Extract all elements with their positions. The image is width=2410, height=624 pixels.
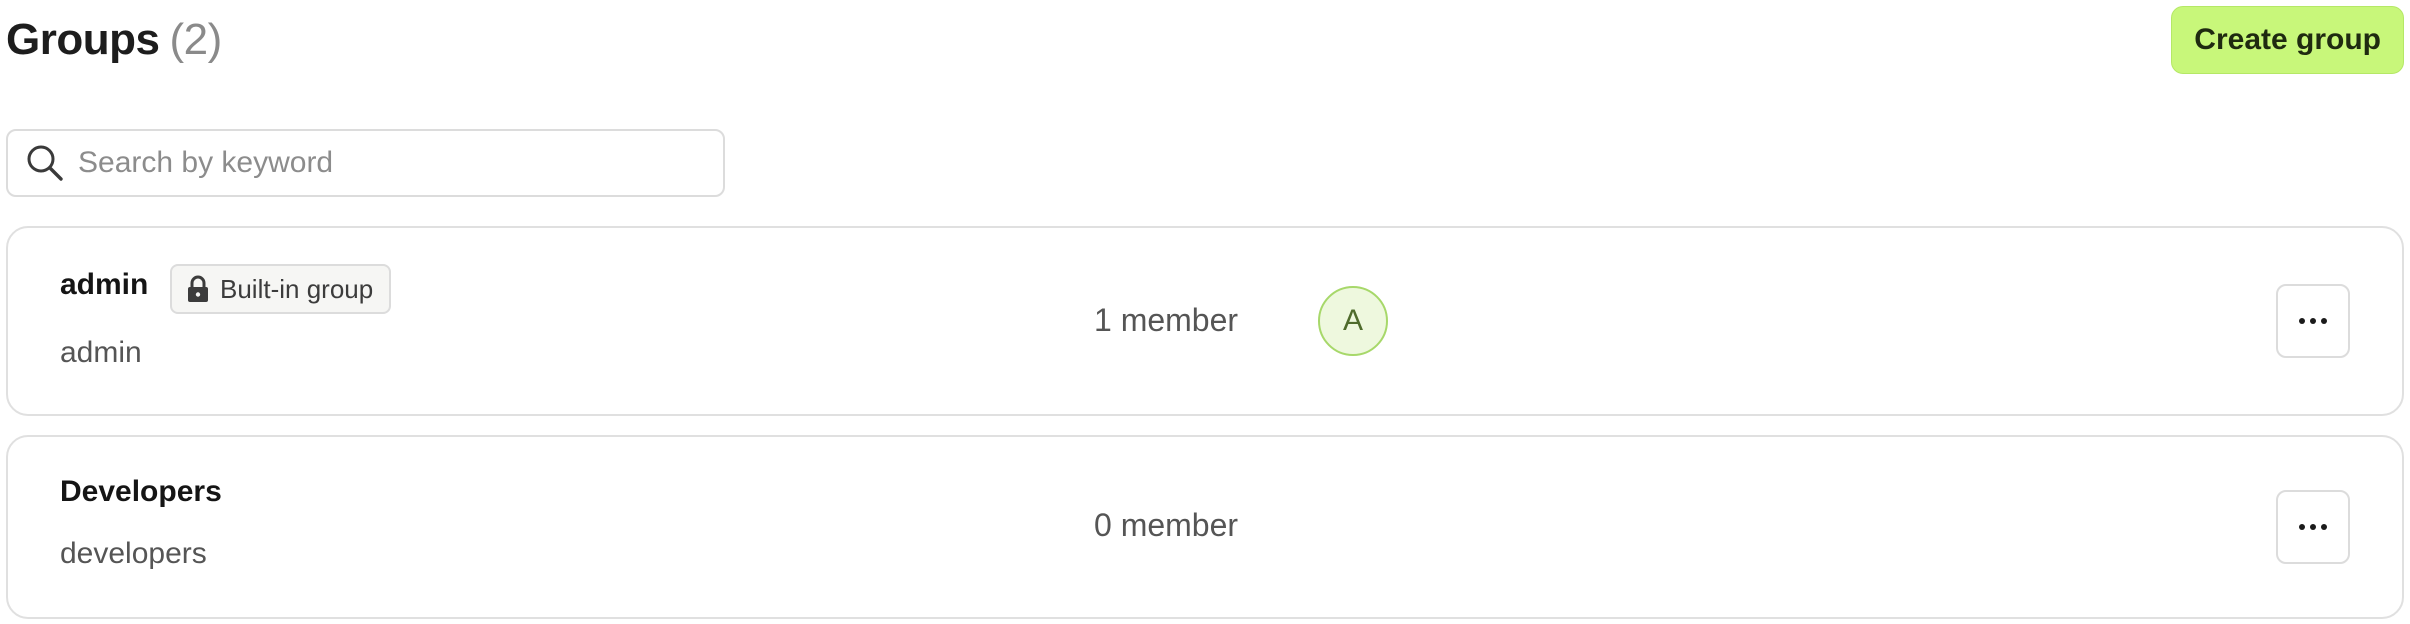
search-icon: [27, 145, 63, 181]
lock-icon: [188, 275, 208, 302]
search-box[interactable]: [6, 129, 725, 197]
avatar[interactable]: A: [1318, 286, 1388, 356]
group-name: Developers: [60, 475, 222, 508]
group-name: admin: [60, 268, 149, 301]
built-in-group-badge: Built-in group: [170, 264, 392, 314]
more-actions-button[interactable]: [2276, 284, 2350, 358]
member-count: 1 member: [1094, 302, 1239, 338]
groups-page: Groups(2) Create group admin Built-in gr…: [0, 0, 2410, 624]
badge-label: Built-in group: [220, 273, 374, 304]
group-row-admin[interactable]: admin Built-in group admin 1 member A: [6, 226, 2404, 416]
more-horizontal-icon: [2299, 318, 2327, 324]
group-row-developers[interactable]: Developers developers 0 member: [6, 435, 2404, 619]
page-title: Groups (2): [6, 15, 222, 65]
more-actions-button[interactable]: [2276, 490, 2350, 564]
create-group-button[interactable]: Create group: [2171, 6, 2404, 74]
member-count: 0 member: [1094, 507, 1239, 543]
search-input[interactable]: [78, 146, 698, 180]
group-identifier: admin: [60, 336, 142, 369]
page-title-text: Groups: [6, 15, 160, 64]
group-identifier: developers: [60, 537, 207, 570]
more-horizontal-icon: [2299, 524, 2327, 530]
group-count: (2): [169, 15, 222, 64]
page-header: Groups (2) Create group: [6, 6, 2404, 74]
